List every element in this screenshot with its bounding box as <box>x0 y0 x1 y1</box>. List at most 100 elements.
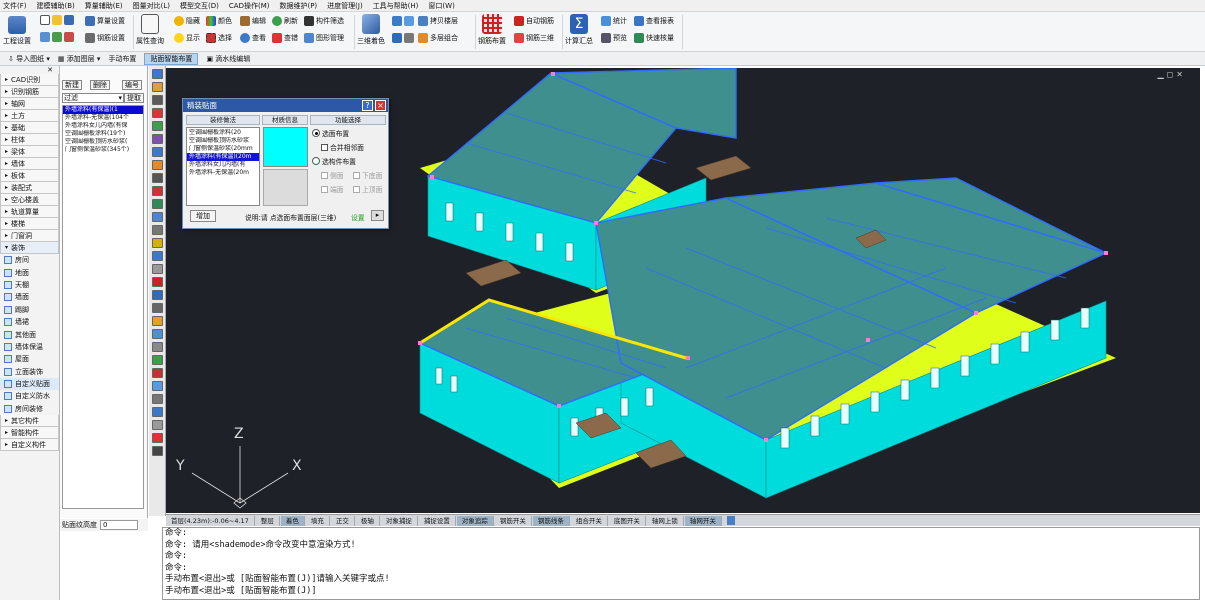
new-file-icon[interactable] <box>40 15 50 25</box>
tool-icon-8[interactable] <box>151 173 163 183</box>
status-toggle-12[interactable]: 底图开关 <box>609 515 646 526</box>
category-8[interactable]: ▸ 板体 <box>0 170 59 182</box>
tool-icon-1[interactable] <box>151 82 163 92</box>
extract-button[interactable]: 提取 <box>124 93 144 103</box>
decor-item-0[interactable]: 房间 <box>0 254 59 266</box>
decor-method-item[interactable]: 空调围栅板顶防水砂浆 <box>187 137 259 145</box>
pen-icon[interactable] <box>392 33 402 43</box>
tool-icon-23[interactable] <box>151 368 163 378</box>
calc-summary-button[interactable]: Σ 计算汇总 <box>565 14 593 46</box>
tool-icon-12[interactable] <box>151 225 163 235</box>
status-toggle-5[interactable]: 极轴 <box>356 515 380 526</box>
decor-item-2[interactable]: 天棚 <box>0 279 59 291</box>
end-face-checkbox[interactable]: 端面 <box>321 184 344 194</box>
menu-item-0[interactable]: 文件(F) <box>3 1 27 11</box>
category-1[interactable]: ▸ 识别钢筋 <box>0 86 59 98</box>
tool-icon-28[interactable] <box>151 433 163 443</box>
menu-item-4[interactable]: 模型交互(D) <box>180 1 219 11</box>
select-button[interactable]: 选择 <box>206 33 232 43</box>
add-layer-button[interactable]: ▦ 添加图层 ▾ <box>58 54 101 64</box>
menu-item-7[interactable]: 进度管理(J) <box>327 1 363 11</box>
tool-icon-20[interactable] <box>151 329 163 339</box>
tool-icon-6[interactable] <box>151 147 163 157</box>
check-button[interactable]: 查错 <box>272 33 298 43</box>
category-10[interactable]: ▸ 空心楼盖 <box>0 194 59 206</box>
component-filter-button[interactable]: 构件筛选 <box>304 16 344 26</box>
redo-icon[interactable] <box>64 32 74 42</box>
tool-icon-18[interactable] <box>151 303 163 313</box>
tool-icon-7[interactable] <box>151 160 163 170</box>
show-button[interactable]: 显示 <box>174 33 200 43</box>
category-bottom-2[interactable]: ▸ 自定义构件 <box>0 439 59 452</box>
tool-icon-27[interactable] <box>151 420 163 430</box>
category-0[interactable]: ▸ CAD识别 <box>0 74 59 86</box>
tool-icon-19[interactable] <box>151 316 163 326</box>
status-toggle-14[interactable]: 轴网开关 <box>684 515 722 526</box>
menu-item-3[interactable]: 图量对比(L) <box>133 1 170 11</box>
tool-icon-9[interactable] <box>151 186 163 196</box>
rebar-settings-button[interactable]: 钢筋设置 <box>85 33 125 43</box>
tool-icon-4[interactable] <box>151 121 163 131</box>
top-face-checkbox[interactable]: 上顶面 <box>353 184 382 194</box>
status-toggle-9[interactable]: 钢筋开关 <box>495 515 532 526</box>
open-folder-icon[interactable] <box>52 15 62 25</box>
import-drawing-button[interactable]: ⇩ 导入图纸 ▾ <box>8 54 50 64</box>
tool-icon-16[interactable] <box>151 277 163 287</box>
decor-item-3[interactable]: 墙面 <box>0 291 59 303</box>
close-button[interactable]: × <box>375 100 386 111</box>
category-11[interactable]: ▸ 轨道算量 <box>0 206 59 218</box>
save-icon[interactable] <box>64 15 74 25</box>
copy-floor-button[interactable]: 拷贝楼层 <box>418 16 458 26</box>
status-toggle-11[interactable]: 组合开关 <box>571 515 608 526</box>
calc-settings-button[interactable]: 算量设置 <box>85 16 125 26</box>
view-button[interactable]: 查看 <box>240 33 266 43</box>
quick-check-button[interactable]: 快速核量 <box>634 33 674 43</box>
decor-method-item[interactable]: 外墙涂料(有保温)(20m <box>187 153 259 161</box>
decor-item-8[interactable]: 屋面 <box>0 353 59 365</box>
add-button[interactable]: 增加 <box>190 210 216 222</box>
drip-edit-button[interactable]: ▣ 滴水线编辑 <box>206 54 250 64</box>
merge-adjacent-checkbox[interactable]: 合并相邻面 <box>321 142 364 152</box>
refresh-button[interactable]: 刷新 <box>272 16 298 26</box>
decor-method-item[interactable]: 外墙涂料-无保温(20m <box>187 169 259 177</box>
status-toggle-4[interactable]: 正交 <box>331 515 355 526</box>
settings-link[interactable]: 设置 <box>351 212 365 222</box>
tool-icon-15[interactable] <box>151 264 163 274</box>
preview-button[interactable]: 预览 <box>601 33 627 43</box>
cube-icon[interactable] <box>404 16 414 26</box>
category-3[interactable]: ▸ 土方 <box>0 110 59 122</box>
stats-button[interactable]: 统计 <box>601 16 627 26</box>
rebar3d-button[interactable]: 钢筋三维 <box>514 33 554 43</box>
tool-icon-11[interactable] <box>151 212 163 222</box>
decor-item-5[interactable]: 墙裙 <box>0 316 59 328</box>
expand-icon[interactable]: ▸ <box>371 210 384 221</box>
tool-icon-22[interactable] <box>151 355 163 365</box>
menu-item-1[interactable]: 建模辅助(B) <box>37 1 75 11</box>
help-button[interactable]: ? <box>362 100 373 111</box>
category-9[interactable]: ▸ 装配式 <box>0 182 59 194</box>
auto-rebar-button[interactable]: 自动钢筋 <box>514 16 554 26</box>
rotate-icon[interactable] <box>392 16 402 26</box>
smart-layout-tab[interactable]: 贴面智能布置 <box>144 52 199 65</box>
surface-height-input[interactable]: 0 <box>100 520 138 530</box>
list-item[interactable]: 外墙涂料-无保温(104个 <box>63 114 143 122</box>
hide-button[interactable]: 隐藏 <box>174 16 200 26</box>
status-toggle-10[interactable]: 钢筋线条 <box>532 515 570 526</box>
category-13[interactable]: ▸ 门窗洞 <box>0 230 59 242</box>
list-item[interactable]: 外墙涂料女儿内墙(有保 <box>63 122 143 130</box>
category-5[interactable]: ▸ 柱体 <box>0 134 59 146</box>
grid-icon[interactable] <box>40 32 50 42</box>
bottom-face-checkbox[interactable]: 下底面 <box>353 170 382 180</box>
decor-item-12[interactable]: 房间装修 <box>0 403 59 415</box>
list-item[interactable]: 空调围栅板顶防水砂浆( <box>63 138 143 146</box>
list-item[interactable]: 外墙涂料(有保温)(1 <box>63 106 143 114</box>
undo-icon[interactable] <box>52 32 62 42</box>
project-settings-button[interactable]: 工程设置 <box>3 14 31 46</box>
status-slider[interactable] <box>726 516 735 525</box>
tool-icon-3[interactable] <box>151 108 163 118</box>
menu-item-2[interactable]: 算量辅助(E) <box>85 1 123 11</box>
status-toggle-8[interactable]: 对象追踪 <box>456 515 494 526</box>
decor-item-4[interactable]: 踢脚 <box>0 304 59 316</box>
settings-icon[interactable] <box>404 33 414 43</box>
edit-button[interactable]: 编辑 <box>240 16 266 26</box>
